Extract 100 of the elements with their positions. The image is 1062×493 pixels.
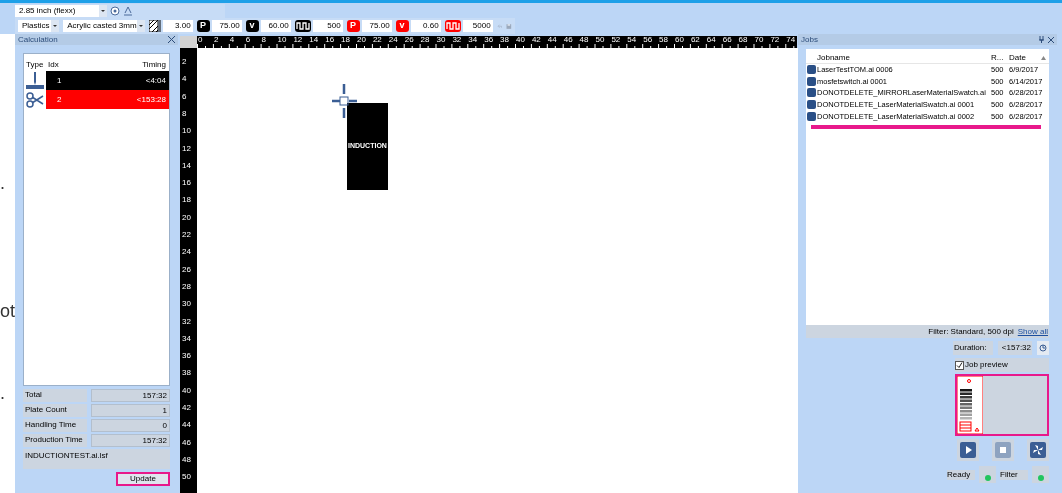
ruler-label: 56 bbox=[643, 36, 653, 44]
close-icon[interactable] bbox=[1048, 36, 1054, 43]
material-dropdown[interactable]: Acrylic casted 3mm bbox=[63, 20, 145, 32]
background-text: ot bbox=[0, 302, 15, 320]
ruler-label: 4 bbox=[229, 36, 235, 44]
ruler-label: 22 bbox=[372, 36, 382, 44]
parameter-field[interactable]: 60.00 bbox=[260, 20, 291, 32]
ruler-corner bbox=[180, 36, 197, 48]
checkbox-label: Job preview bbox=[965, 359, 1008, 371]
field-label: Handling Time bbox=[23, 419, 87, 432]
column-header[interactable]: Jobname bbox=[806, 51, 991, 64]
ruler-label: 10 bbox=[277, 36, 287, 44]
ruler-label: 12 bbox=[182, 144, 191, 153]
file-name: INDUCTIONTEST.ai.lsf bbox=[23, 449, 170, 469]
power-icon: P bbox=[346, 20, 360, 32]
ruler-label: 16 bbox=[182, 179, 191, 188]
ruler-label: 12 bbox=[293, 36, 303, 44]
ruler-label: 8 bbox=[182, 109, 187, 118]
power-icon: P bbox=[196, 20, 210, 32]
pin-icon[interactable] bbox=[1039, 36, 1044, 43]
autofocus-icon[interactable] bbox=[110, 6, 120, 16]
sort-arrow-icon[interactable] bbox=[1041, 55, 1046, 60]
ruler-label: 50 bbox=[182, 473, 191, 482]
show-all-link[interactable]: Show all bbox=[1017, 325, 1048, 338]
focus-icon[interactable] bbox=[123, 6, 133, 16]
parameter-field[interactable]: 500 bbox=[312, 20, 343, 32]
ruler-label: 58 bbox=[659, 36, 668, 44]
ruler-label: 64 bbox=[706, 36, 716, 44]
duration-value: <157:32 bbox=[998, 341, 1032, 355]
speed-icon: v bbox=[395, 20, 409, 32]
fan-button[interactable] bbox=[1027, 439, 1049, 461]
ruler-label: 74 bbox=[786, 36, 796, 44]
field-label: Plate Count bbox=[23, 404, 87, 417]
scissors-icon bbox=[26, 90, 44, 109]
column-header[interactable]: Type bbox=[24, 59, 46, 71]
hatch-icon bbox=[148, 20, 161, 32]
row-index: 2 bbox=[56, 93, 62, 106]
ruler-label: 26 bbox=[182, 265, 191, 274]
ruler-label: 16 bbox=[325, 36, 335, 44]
field-value: 1 bbox=[91, 404, 170, 417]
ruler-label: 2 bbox=[182, 58, 187, 66]
row-index: 1 bbox=[56, 74, 62, 87]
timer-icon[interactable] bbox=[1037, 341, 1049, 355]
ruler-label: 6 bbox=[182, 92, 187, 101]
ruler-label: 24 bbox=[182, 248, 191, 257]
column-header[interactable]: R... bbox=[991, 51, 1007, 64]
preview-thumbnail-drawing bbox=[957, 376, 983, 434]
material-group-dropdown[interactable]: Plastics bbox=[18, 20, 60, 32]
ruler-label: 38 bbox=[182, 369, 191, 378]
ruler-label: 34 bbox=[182, 334, 191, 343]
ruler-label: 40 bbox=[516, 36, 525, 44]
close-icon[interactable] bbox=[168, 36, 175, 43]
ruler-label: 50 bbox=[595, 36, 605, 44]
column-header[interactable]: Timing bbox=[62, 59, 167, 71]
panel-title: Calculation bbox=[18, 33, 58, 46]
stop-button[interactable] bbox=[992, 439, 1014, 461]
ruler-label: 54 bbox=[627, 36, 637, 44]
ruler-label: 6 bbox=[245, 36, 251, 44]
ruler-label: 14 bbox=[182, 161, 191, 170]
parameter-field[interactable]: 75.00 bbox=[361, 20, 392, 32]
status-label: Filter bbox=[1000, 469, 1028, 480]
duration-label: Duration: bbox=[953, 341, 993, 355]
parameter-field[interactable]: 75.00 bbox=[211, 20, 242, 32]
ruler-label: 36 bbox=[182, 352, 191, 361]
field-label: Production Time bbox=[23, 434, 87, 447]
panel-title: Jobs bbox=[801, 33, 818, 46]
play-button[interactable] bbox=[957, 439, 979, 461]
calculation-row[interactable]: 1 <4:04 bbox=[46, 71, 169, 90]
filter-info: Filter: Standard, 500 dpi bbox=[928, 325, 1014, 338]
speed-icon: v bbox=[245, 20, 259, 32]
field-label: Total bbox=[23, 389, 87, 402]
ruler-label: 72 bbox=[770, 36, 780, 44]
ruler-label: 40 bbox=[182, 386, 191, 395]
ruler-label: 60 bbox=[675, 36, 684, 44]
ruler-label: 38 bbox=[500, 36, 509, 44]
parameter-field[interactable]: 5000 bbox=[462, 20, 493, 32]
preset-dropdown[interactable]: 2.85 inch (flexx) bbox=[15, 5, 107, 17]
update-button[interactable]: Update bbox=[116, 472, 170, 486]
engrave-icon bbox=[26, 71, 44, 90]
column-header[interactable]: Idx bbox=[46, 59, 62, 71]
ruler-label: 44 bbox=[547, 36, 557, 44]
parameter-field[interactable]: 0.60 bbox=[410, 20, 441, 32]
column-header[interactable]: Date bbox=[1007, 51, 1041, 64]
move-handle-icon[interactable] bbox=[332, 84, 358, 120]
ruler-label: 34 bbox=[468, 36, 478, 44]
ruler-label: 30 bbox=[436, 36, 446, 44]
ruler-label: 18 bbox=[182, 196, 191, 205]
field-value: 157:32 bbox=[91, 389, 170, 402]
parameter-field[interactable]: 3.00 bbox=[162, 20, 193, 32]
ruler-label: 20 bbox=[357, 36, 366, 44]
ruler-label: 2 bbox=[213, 36, 219, 44]
ruler-label: 48 bbox=[579, 36, 589, 44]
status-label: Ready bbox=[947, 469, 975, 480]
ruler-label: 22 bbox=[182, 231, 191, 239]
calculation-row[interactable]: 2 <153:28 bbox=[46, 90, 169, 109]
ruler-label: 24 bbox=[388, 36, 398, 44]
ruler-label: 14 bbox=[309, 36, 319, 44]
ruler-label: 4 bbox=[182, 75, 187, 84]
ruler-label: 70 bbox=[754, 36, 764, 44]
job-preview-checkbox[interactable] bbox=[955, 360, 964, 370]
